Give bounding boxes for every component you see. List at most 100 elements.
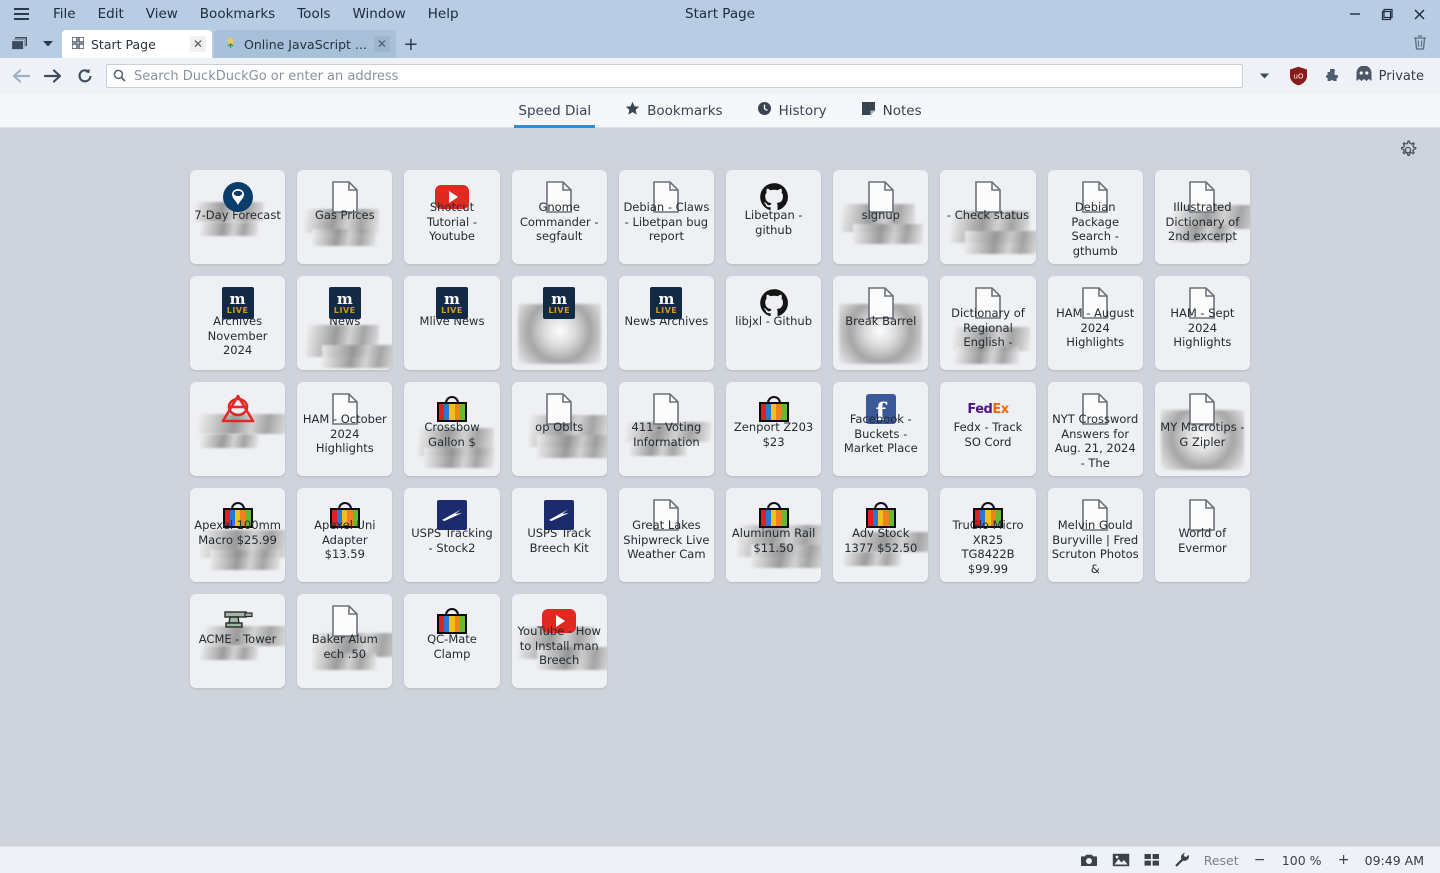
speeddial-tile[interactable]: Apexel 100mm Macro $25.99 (190, 488, 286, 582)
speeddial-tile[interactable]: Melvin Gould Buryville | Fred Scruton Ph… (1047, 488, 1143, 582)
tile-label: op Obits (535, 420, 584, 434)
tile-label: Zenport Z203 $23 (733, 420, 814, 449)
mlive-icon: m LIVE (542, 286, 576, 320)
menu-view[interactable]: View (135, 3, 189, 25)
close-button[interactable] (1404, 3, 1434, 25)
tab-speed-dial[interactable]: Speed Dial (514, 94, 595, 128)
puzzle-piece-icon[interactable] (1321, 64, 1345, 88)
menu-file[interactable]: File (42, 3, 87, 25)
tab-close-icon[interactable]: ✕ (373, 36, 390, 52)
private-mode-button[interactable]: Private (1355, 65, 1430, 86)
speeddial-tile[interactable]: Gas Prices (297, 170, 393, 264)
speeddial-tile[interactable]: HAM - August 2024 Highlights (1047, 276, 1143, 370)
speeddial-tile[interactable]: m LIVE Archives November 2024 (190, 276, 286, 370)
speeddial-tile[interactable]: Baker Alum ech .50 (297, 594, 393, 688)
menu-window[interactable]: Window (342, 3, 417, 25)
speeddial-tile[interactable]: Crossbow Gallon $ (404, 382, 500, 476)
tab-notes[interactable]: Notes (857, 94, 926, 128)
zoom-in-button[interactable]: + (1337, 852, 1351, 868)
menu-bookmarks[interactable]: Bookmarks (189, 3, 286, 25)
reload-icon[interactable] (74, 65, 96, 87)
tab-bar: Start Page ✕ Online JavaScript ... ✕ + (0, 28, 1440, 58)
speeddial-tile[interactable]: Dictionary of Regional English - (940, 276, 1036, 370)
url-box[interactable]: Search DuckDuckGo or enter an address (106, 64, 1243, 88)
speeddial-tile[interactable]: 7-Day Forecast (190, 170, 286, 264)
speeddial-tile[interactable]: Zenport Z203 $23 (725, 382, 822, 476)
speeddial-tile[interactable]: f Facebook - Buckets - Market Place (833, 382, 929, 476)
menu-edit[interactable]: Edit (87, 3, 135, 25)
speeddial-tile[interactable]: Debian - Claws - Libetpan bug report (618, 170, 714, 264)
image-icon[interactable] (1112, 853, 1130, 867)
speeddial-tile[interactable]: MY Macrotips - G Zipler (1154, 382, 1250, 476)
speeddial-label: Speed Dial (518, 102, 592, 119)
tile-label: Aluminum Rail $11.50 (731, 526, 816, 555)
menu-help[interactable]: Help (417, 3, 470, 25)
speeddial-tile[interactable] (190, 382, 286, 476)
tab-bookmarks[interactable]: Bookmarks (621, 94, 726, 128)
speeddial-tile[interactable]: - Check status (940, 170, 1036, 264)
search-input[interactable]: Search DuckDuckGo or enter an address (134, 69, 1236, 84)
maximize-button[interactable] (1372, 3, 1402, 25)
speeddial-tile[interactable]: Debian Package Search - gthumb (1047, 170, 1143, 264)
speeddial-tile[interactable]: HAM - October 2024 Highlights (297, 382, 393, 476)
speeddial-tile[interactable]: Libetpan - github (725, 170, 822, 264)
bookmarks-label: Bookmarks (647, 102, 723, 119)
chevron-down-icon[interactable] (1253, 64, 1277, 88)
speeddial-tile[interactable]: NYT Crossword Answers for Aug. 21, 2024 … (1047, 382, 1143, 476)
tile-label: Gnome Commander - segfault (519, 200, 599, 244)
speeddial-tile[interactable]: YouTube - How to Install man Breech (511, 594, 607, 688)
camera-icon[interactable] (1080, 853, 1098, 867)
zoom-out-button[interactable]: − (1253, 852, 1267, 868)
tile-label: YouTube - How to Install man Breech (517, 624, 601, 668)
speeddial-tile[interactable]: QC-Mate Clamp (404, 594, 500, 688)
ublock-shield-icon[interactable]: uO (1287, 64, 1311, 88)
grid-view-icon[interactable] (1144, 853, 1160, 867)
minimize-button[interactable] (1340, 3, 1370, 25)
wrench-icon[interactable] (1174, 852, 1190, 868)
chevron-down-icon[interactable] (34, 30, 62, 56)
speeddial-tile[interactable]: FedEx Fedx - Track SO Cord (940, 382, 1036, 476)
speeddial-tile[interactable]: 411 - Voting Information (618, 382, 714, 476)
speeddial-tile[interactable]: m LIVE News (297, 276, 393, 370)
speeddial-tile[interactable]: Apexel Uni Adapter $13.59 (297, 488, 393, 582)
speeddial-tile[interactable]: m LIVE Mlive News (404, 276, 500, 370)
new-tab-button[interactable]: + (398, 31, 424, 57)
tile-label: - Check status (946, 208, 1030, 222)
tab-close-icon[interactable]: ✕ (190, 36, 206, 52)
gear-icon[interactable] (1398, 140, 1420, 162)
speeddial-tile[interactable]: Adv Stock 1377 $52.50 (833, 488, 929, 582)
speeddial-tile[interactable]: m LIVE News Archives (618, 276, 714, 370)
speeddial-tile[interactable]: USPS Tracking - Stock2 (404, 488, 500, 582)
trash-icon[interactable] (1412, 34, 1428, 55)
svg-text:uO: uO (1294, 73, 1304, 81)
speeddial-tile[interactable]: ACME - Tower (190, 594, 286, 688)
tile-label: Apexel Uni Adapter $13.59 (314, 518, 376, 562)
speeddial-tile[interactable]: World of Evermor (1154, 488, 1250, 582)
speeddial-tile[interactable]: Shotcut Tutorial - Youtube (404, 170, 500, 264)
menu-tools[interactable]: Tools (286, 3, 341, 25)
tab-online-javascript[interactable]: Online JavaScript ... ✕ (214, 30, 396, 58)
speeddial-tile[interactable]: Great Lakes Shipwreck Live Weather Cam (618, 488, 714, 582)
hamburger-menu-icon[interactable] (8, 3, 34, 25)
forward-arrow-icon[interactable] (42, 65, 64, 87)
speeddial-tile[interactable]: HAM - Sept 2024 Highlights (1154, 276, 1250, 370)
back-arrow-icon[interactable] (10, 65, 32, 87)
tile-label: Facebook - Buckets - Market Place (843, 412, 918, 456)
speeddial-tile[interactable]: Illustrated Dictionary of 2nd excerpt (1154, 170, 1250, 264)
tab-start-page[interactable]: Start Page ✕ (62, 30, 212, 58)
tab-stack-icon[interactable] (6, 30, 34, 56)
speeddial-tile[interactable]: TruGlo Micro XR25 TG8422B $99.99 (940, 488, 1036, 582)
tile-label: Archives November 2024 (207, 314, 268, 358)
reset-button[interactable]: Reset (1204, 853, 1239, 868)
speeddial-tile[interactable]: USPS Track Breech Kit (511, 488, 607, 582)
speeddial-tile[interactable]: Gnome Commander - segfault (511, 170, 607, 264)
speeddial-tile[interactable]: Break Barrel (833, 276, 929, 370)
speeddial-tile[interactable]: libjxl - Github (725, 276, 822, 370)
speeddial-tile[interactable]: m LIVE (511, 276, 607, 370)
speeddial-tile[interactable]: signup (833, 170, 929, 264)
tab-history[interactable]: History (753, 94, 831, 128)
zoom-level: 100 % (1281, 852, 1322, 868)
speeddial-board: 7-Day Forecast Gas Prices Shotcut Tutorial… (0, 128, 1440, 848)
speeddial-tile[interactable]: Aluminum Rail $11.50 (725, 488, 822, 582)
speeddial-tile[interactable]: op Obits (511, 382, 607, 476)
